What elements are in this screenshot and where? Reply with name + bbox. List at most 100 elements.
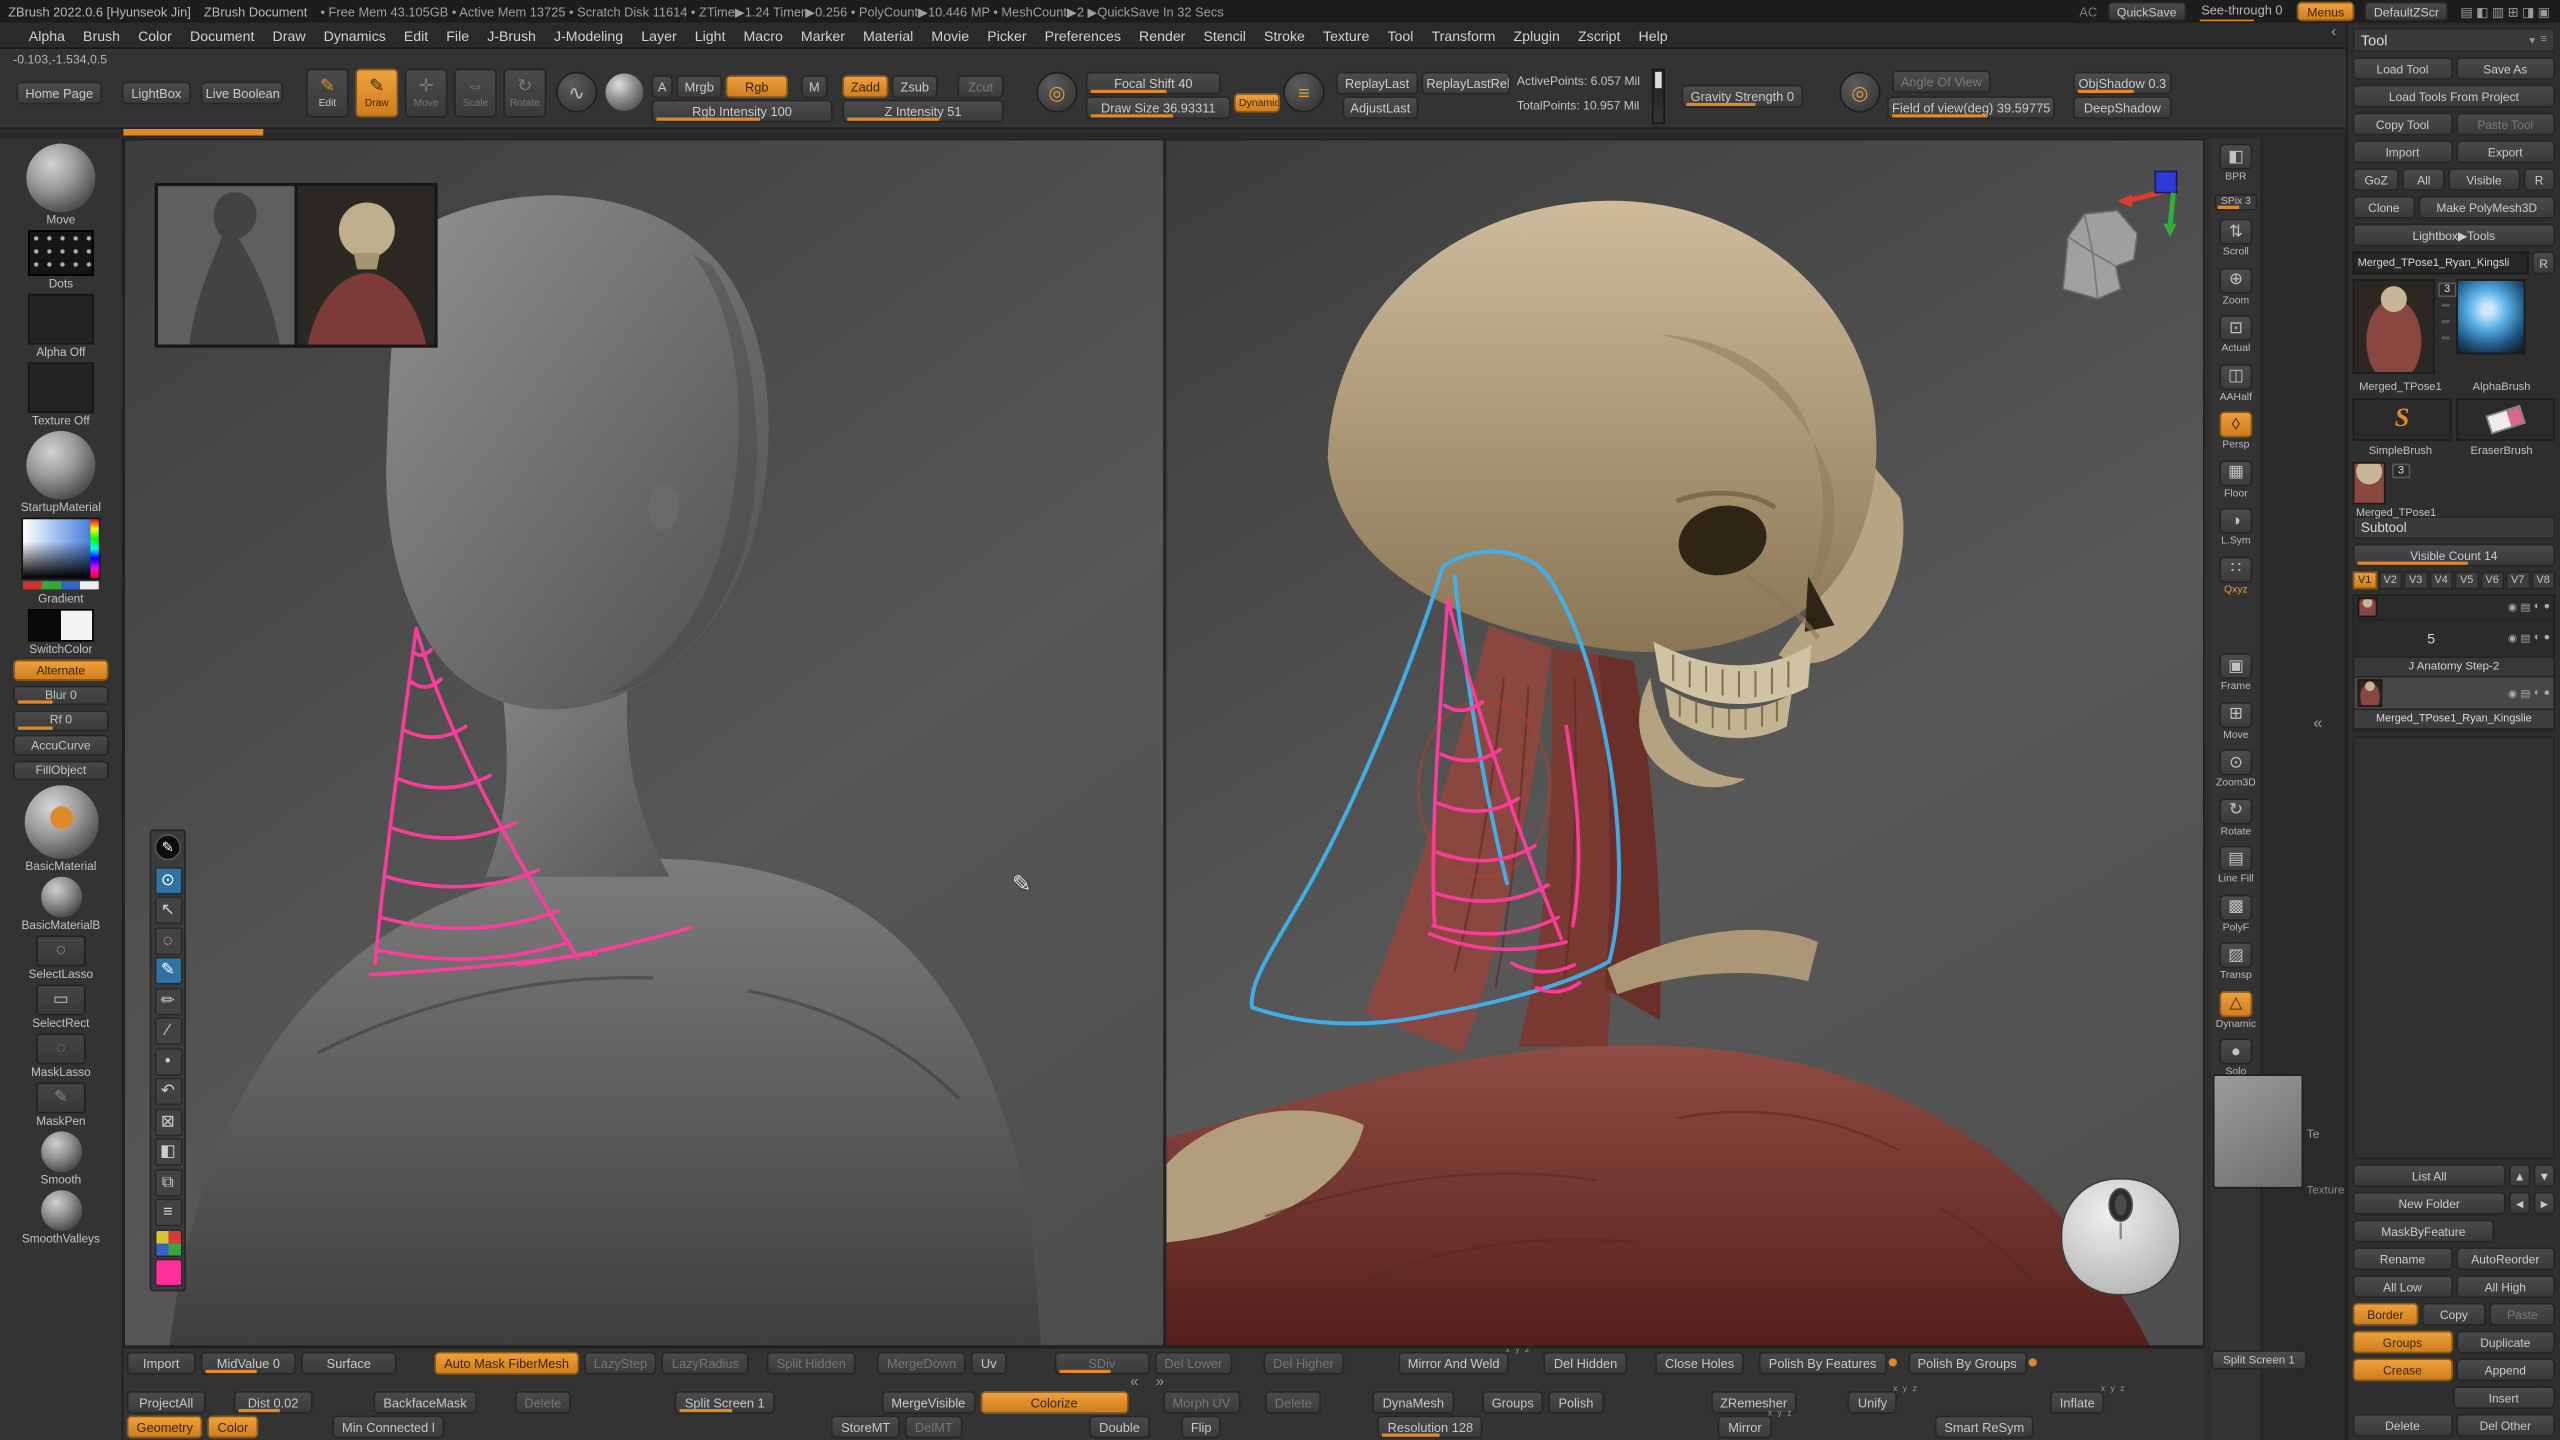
header-icon[interactable]: ▾: [2529, 33, 2535, 46]
menu-item[interactable]: Stroke: [1255, 24, 1314, 47]
switch-color[interactable]: SwitchColor: [28, 610, 94, 657]
subtool-version-tab[interactable]: V7: [2506, 571, 2530, 589]
rgb-intensity-slider[interactable]: Rgb Intensity 100: [652, 100, 833, 123]
window-icon[interactable]: ▥: [2490, 4, 2506, 19]
replay-last-rel-button[interactable]: ReplayLastRel: [1421, 72, 1510, 95]
angle-of-view-button[interactable]: Angle Of View: [1892, 70, 1991, 93]
line-fill-button[interactable]: ▤ Line Fill: [2213, 846, 2259, 885]
accucurve-button[interactable]: AccuCurve: [13, 735, 108, 756]
subtool-version-tab[interactable]: V3: [2404, 571, 2428, 589]
del-other-button[interactable]: Del Other: [2456, 1414, 2556, 1437]
mask-pen-button[interactable]: MaskPen: [36, 1083, 85, 1128]
live-boolean-button[interactable]: Live Boolean: [201, 82, 283, 105]
subtool-version-tab[interactable]: V1: [2353, 571, 2377, 589]
insert-button[interactable]: Insert: [2452, 1386, 2555, 1409]
z-axis[interactable]: [2155, 171, 2176, 192]
bottom-button[interactable]: StoreMT: [831, 1416, 900, 1439]
obj-shadow-slider[interactable]: ObjShadow 0.3: [2073, 72, 2172, 95]
dock-collapse-handles[interactable]: « »: [1130, 1373, 1170, 1389]
goz-r-button[interactable]: R: [2523, 168, 2555, 191]
zadd-button[interactable]: Zadd: [842, 75, 888, 98]
focal-icon[interactable]: ◎: [1037, 72, 1078, 113]
menu-item[interactable]: Brush: [74, 24, 129, 47]
bottom-button[interactable]: Delete: [1265, 1391, 1322, 1414]
visible-count-slider[interactable]: Visible Count 14: [2353, 544, 2555, 567]
mask-lasso-button[interactable]: MaskLasso: [31, 1033, 91, 1078]
move-button[interactable]: ✛ Move: [405, 69, 448, 118]
stroke-dots-thumb[interactable]: Dots: [28, 230, 94, 290]
menu-item[interactable]: Picker: [978, 24, 1035, 47]
menu-item[interactable]: Draw: [263, 24, 314, 47]
select-arrow-icon[interactable]: ↖: [154, 896, 182, 924]
smooth-brush-thumb[interactable]: Smooth: [40, 1132, 81, 1187]
second-tool-thumbnail[interactable]: [2353, 462, 2386, 504]
lightbox-button[interactable]: LightBox: [122, 82, 191, 105]
bottom-button[interactable]: Delete: [514, 1391, 571, 1414]
subtool-row-icon[interactable]: ▤: [2520, 632, 2530, 645]
load-tool-button[interactable]: Load Tool: [2353, 57, 2453, 80]
tray-collapse-handle[interactable]: «: [2313, 715, 2322, 733]
zsub-button[interactable]: Zsub: [892, 75, 938, 98]
menu-item[interactable]: Tool: [1378, 24, 1422, 47]
goz-button[interactable]: GoZ: [2353, 168, 2400, 191]
append-button[interactable]: Append: [2456, 1358, 2556, 1381]
zoom-button[interactable]: ⊕ Zoom: [2213, 267, 2259, 306]
bottom-button[interactable]: Geometry: [127, 1416, 203, 1439]
pink-swatch[interactable]: [154, 1259, 182, 1287]
quicksave-button[interactable]: QuickSave: [2107, 2, 2186, 22]
dynamic-chip[interactable]: Dynamic: [1234, 93, 1280, 113]
right-viewport-canvas[interactable]: [1166, 139, 2204, 1347]
bottom-button[interactable]: Split Screen 1: [675, 1391, 775, 1414]
menu-item[interactable]: Edit: [395, 24, 437, 47]
split-screen-button[interactable]: Split Screen 1: [2211, 1350, 2306, 1370]
stroke-icon[interactable]: ∿: [556, 72, 597, 113]
eraser-brush-thumbnail[interactable]: [2456, 398, 2555, 440]
qxyz-button[interactable]: ∷ Qxyz: [2213, 556, 2259, 595]
lsym-button[interactable]: ◑ L.Sym: [2213, 508, 2259, 547]
menu-item[interactable]: Color: [129, 24, 181, 47]
copy-icon[interactable]: ⧉: [154, 1168, 182, 1196]
subtool-row-icon[interactable]: ◐: [2534, 601, 2540, 614]
window-icon[interactable]: ▤: [2459, 4, 2475, 19]
mask-by-feature-button[interactable]: MaskByFeature: [2353, 1220, 2494, 1243]
view-icon[interactable]: ◎: [1839, 72, 1880, 113]
bottom-button[interactable]: Uv: [971, 1352, 1006, 1375]
floor-button[interactable]: ▦ Floor: [2213, 460, 2259, 499]
menu-item[interactable]: Material: [854, 24, 922, 47]
subtool-thumbnail[interactable]: [2358, 598, 2378, 618]
bottom-button[interactable]: Mirror And Weld: [1398, 1352, 1509, 1375]
line-icon[interactable]: ∕: [154, 1017, 182, 1045]
bottom-button[interactable]: Min Connected l: [332, 1416, 444, 1439]
rotate-button[interactable]: ↻ Rotate: [503, 69, 546, 118]
subtool-version-tab[interactable]: V4: [2429, 571, 2453, 589]
fillobject-button[interactable]: FillObject: [13, 760, 108, 781]
make-polymesh3d-button[interactable]: Make PolyMesh3D: [2418, 196, 2555, 219]
menu-item[interactable]: J-Brush: [478, 24, 545, 47]
tool-palette-header[interactable]: Tool ▾≡: [2353, 28, 2555, 52]
bottom-button[interactable]: DynaMesh: [1373, 1391, 1454, 1414]
menu-item[interactable]: Texture: [1314, 24, 1378, 47]
subtool-thumbnail[interactable]: [2358, 679, 2383, 707]
window-icon[interactable]: ◧: [2475, 4, 2491, 19]
menu-item[interactable]: Light: [686, 24, 735, 47]
menu-item[interactable]: File: [437, 24, 478, 47]
left-viewport[interactable]: ✎ ⊙ ↖ ◌ ✎ ✏ ∕ • ↶: [123, 139, 1163, 1347]
subtool-version-tab[interactable]: V6: [2480, 571, 2504, 589]
solo-button[interactable]: ● Solo: [2213, 1038, 2259, 1077]
menu-item[interactable]: Layer: [632, 24, 685, 47]
import-button[interactable]: Import: [2353, 140, 2453, 163]
rgb-button[interactable]: Rgb: [726, 75, 789, 98]
all-high-button[interactable]: All High: [2456, 1275, 2556, 1298]
all-low-button[interactable]: All Low: [2353, 1275, 2453, 1298]
bottom-button[interactable]: Colorize: [980, 1391, 1128, 1414]
crease-toggle[interactable]: Crease: [2353, 1358, 2453, 1381]
palette-icon[interactable]: [154, 1229, 182, 1257]
menu-item[interactable]: Marker: [792, 24, 854, 47]
aahalf-button[interactable]: ◫ AAHalf: [2213, 363, 2259, 402]
window-icon[interactable]: ▣: [2536, 4, 2552, 19]
mrgb-button[interactable]: Mrgb: [676, 75, 722, 98]
subtool-row-icon[interactable]: ●: [2544, 687, 2550, 700]
deep-shadow-button[interactable]: DeepShadow: [2073, 96, 2172, 119]
bottom-button[interactable]: Surface: [301, 1352, 396, 1375]
basic-material-thumb[interactable]: BasicMaterial: [24, 785, 98, 872]
